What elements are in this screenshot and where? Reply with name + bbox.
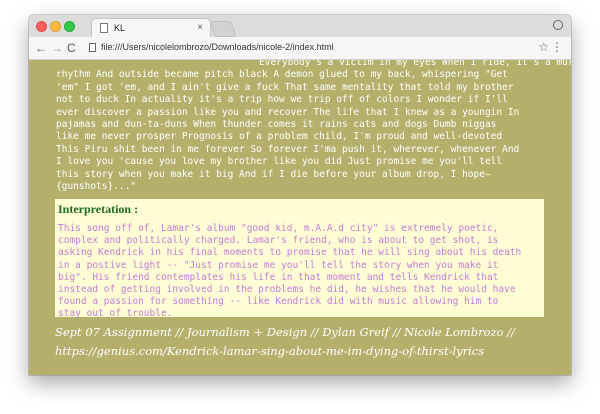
interpretation-line: asking Kendrick in his final moments to … — [58, 247, 522, 259]
browser-toolbar: ← → C file:///Users/nicolelombrozo/Downl… — [29, 37, 571, 60]
lyrics-line: 'em" I got 'em, and I ain't give a fuck … — [56, 81, 514, 93]
minimize-window-button[interactable] — [50, 21, 61, 32]
file-icon — [89, 43, 96, 52]
menu-icon[interactable]: ⋮ — [551, 40, 563, 54]
forward-arrow-icon[interactable]: → — [51, 41, 63, 55]
lyrics-line: this story when you make it big And if I… — [56, 168, 491, 180]
tab-title: KL — [114, 23, 126, 33]
browser-window: KL × ← → C file:///Users/nicolelombrozo/… — [29, 15, 571, 375]
new-tab-button[interactable] — [209, 21, 237, 37]
page-viewport[interactable]: Everybody's a victim in my eyes When I r… — [29, 60, 571, 375]
bookmark-star-icon[interactable]: ☆ — [538, 40, 549, 54]
footer-source-link[interactable]: https://genius.com/Kendrick-lamar-sing-a… — [55, 342, 555, 361]
lyrics-line: like me never prosper Prognosis of a pro… — [56, 131, 503, 143]
interpretation-line: This song off of, Lamar's album "good ki… — [58, 223, 499, 234]
lyrics-line: This Piru shit been in me forever So for… — [56, 143, 520, 155]
lyrics-line: rhythm And outside became pitch black A … — [56, 69, 508, 81]
footer-assignment-line: Sept 07 Assignment // Journalism + Desig… — [55, 325, 515, 339]
profile-icon[interactable] — [553, 20, 563, 30]
interpretation-line: big". His friend contemplates his life i… — [58, 271, 499, 283]
lyrics-line: pajamas and dun-ta-duns When thunder com… — [56, 119, 497, 131]
lyrics-line: ever discover a passion like you and rec… — [56, 106, 520, 118]
back-arrow-icon[interactable]: ← — [35, 41, 47, 55]
lyrics-block: Everybody's a victim in my eyes When I r… — [56, 60, 571, 193]
zoom-window-button[interactable] — [64, 21, 75, 32]
reload-icon[interactable]: C — [67, 41, 76, 55]
lyrics-line: not to duck In actuality it's a trip how… — [56, 94, 508, 106]
lyrics-line: I love you 'cause you love my brother li… — [56, 156, 503, 168]
interpretation-line: in a postive light -- "Just promise me y… — [58, 259, 499, 271]
interpretation-body: This song off of, Lamar's album "good ki… — [58, 223, 542, 321]
browser-tab[interactable]: KL × — [91, 18, 211, 39]
close-window-button[interactable] — [36, 21, 47, 32]
document-icon — [100, 23, 108, 33]
interpretation-heading: Interpretation : — [58, 202, 139, 216]
interpretation-line: found a passion for something -- like Ke… — [58, 296, 499, 308]
address-bar[interactable]: file:///Users/nicolelombrozo/Downloads/n… — [101, 42, 334, 52]
interpretation-section: Interpretation : This song off of, Lamar… — [55, 199, 544, 319]
title-bar: KL × — [29, 15, 571, 39]
footer-credits: Sept 07 Assignment // Journalism + Desig… — [55, 323, 555, 361]
interpretation-line: complex and politically charged. Lamar's… — [58, 235, 499, 247]
interpretation-line: stay out of trouble. — [58, 308, 173, 320]
tab-close-icon[interactable]: × — [197, 22, 203, 33]
lyrics-line: Everybody's a victim in my eyes When I r… — [259, 60, 571, 68]
interpretation-line: instead of getting involved in the probl… — [58, 284, 516, 296]
lyrics-line: {gunshots}..." — [56, 181, 137, 193]
